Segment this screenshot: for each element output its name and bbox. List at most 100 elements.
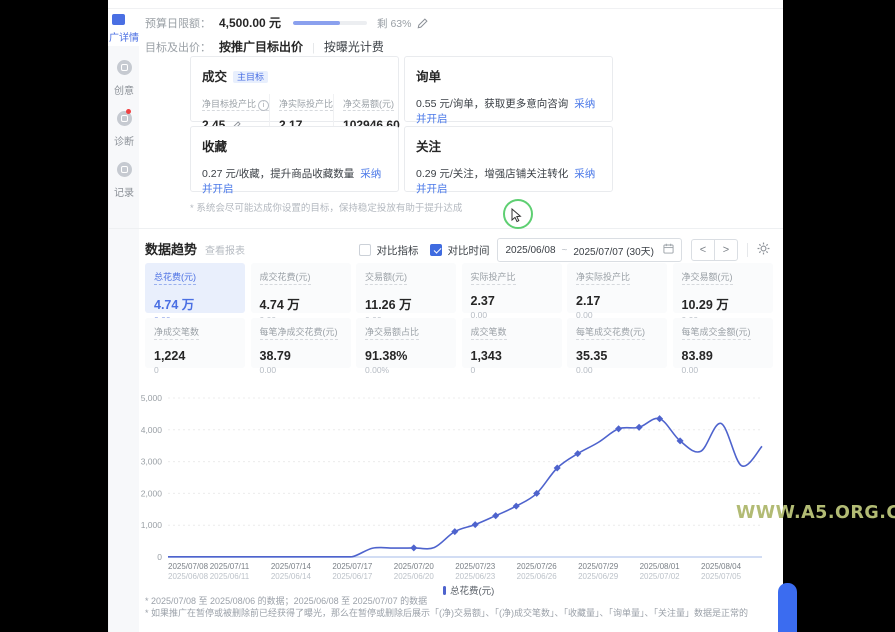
sidebar-item-0[interactable]: 创意 bbox=[109, 60, 139, 97]
stat-tile-1-4[interactable]: 每笔成交花费(元)35.350.00 bbox=[567, 318, 667, 368]
sidebar-item-icon bbox=[117, 162, 132, 177]
stat-tile-0-5[interactable]: 净交易额(元)10.29 万0.00 bbox=[673, 263, 773, 313]
settings-gear-icon[interactable] bbox=[757, 242, 770, 258]
stat-value: 1,224 bbox=[154, 349, 236, 363]
budget-row: 预算日限额：4,500.00 元剩 63% bbox=[145, 14, 428, 32]
compare-time-label: 对比时间 bbox=[447, 243, 489, 258]
sidebar: 广详情 创意诊断记录 bbox=[108, 0, 138, 632]
sidebar-item-icon bbox=[117, 60, 132, 75]
edit-budget-icon[interactable] bbox=[417, 18, 428, 32]
data-point-marker[interactable] bbox=[410, 544, 417, 551]
data-point-marker[interactable] bbox=[656, 415, 663, 422]
tab-bid-by-goal[interactable]: 按推广目标出价 bbox=[219, 40, 303, 54]
data-point-marker[interactable] bbox=[574, 450, 581, 457]
sidebar-item-1[interactable]: 诊断 bbox=[109, 111, 139, 148]
stat-value: 2.17 bbox=[576, 294, 658, 308]
stat-tile-1-1[interactable]: 每笔净成交花费(元)38.790.00 bbox=[251, 318, 351, 368]
x-axis-tick-current: 2025/07/29 bbox=[578, 562, 619, 571]
stat-tile-0-1[interactable]: 成交花费(元)4.74 万0.00 bbox=[251, 263, 351, 313]
date-end: 2025/07/07 (30天) bbox=[573, 243, 654, 258]
goal-metric-label: 净目标投产比i bbox=[202, 99, 269, 111]
stat-tile-0-2[interactable]: 交易额(元)11.26 万0.00 bbox=[356, 263, 456, 313]
adopt-enable-link[interactable]: 采纳并开启 bbox=[416, 98, 595, 125]
chart-legend[interactable]: 总花费(元) bbox=[443, 583, 494, 597]
x-axis-tick-current: 2025/07/26 bbox=[517, 562, 558, 571]
x-axis-tick-current: 2025/07/14 bbox=[271, 562, 312, 571]
goal-note: * 系统会尽可能达成你设置的目标，保持稳定投放有助于提升达成 bbox=[190, 200, 462, 214]
x-axis-tick-current: 2025/07/11 bbox=[210, 562, 250, 571]
stat-compare-value: 0.00% bbox=[365, 365, 447, 375]
sidebar-item-label: 记录 bbox=[109, 184, 139, 199]
budget-value: 4,500.00 元 bbox=[219, 16, 281, 30]
goal-card-1[interactable]: 询单0.55 元/询单，获取更多意向咨询采纳并开启 bbox=[404, 56, 613, 122]
sidebar-panel: 创意诊断记录 bbox=[108, 46, 139, 632]
goal-card-title-row: 关注 bbox=[416, 136, 601, 156]
x-axis-tick-compare: 2025/06/17 bbox=[332, 572, 373, 581]
stat-tile-0-4[interactable]: 净实际投产比2.170.00 bbox=[567, 263, 667, 313]
page: 广详情 创意诊断记录 预算日限额：4,500.00 元剩 63% 目标及出价：按… bbox=[0, 0, 895, 632]
primary-goal-badge: 主目标 bbox=[233, 71, 268, 83]
stat-compare-value: 0 bbox=[471, 365, 553, 375]
legend-color-chip bbox=[443, 586, 446, 595]
data-point-marker[interactable] bbox=[492, 512, 499, 519]
stat-tile-0-0[interactable]: 总花费(元)4.74 万0.00 bbox=[145, 263, 245, 313]
budget-progress-fill bbox=[293, 21, 340, 25]
stat-tile-0-3[interactable]: 实际投产比2.370.00 bbox=[462, 263, 562, 313]
sidebar-item-label: 创意 bbox=[109, 82, 139, 97]
data-point-marker[interactable] bbox=[636, 424, 643, 431]
stat-label: 每笔净成交花费(元) bbox=[260, 325, 338, 340]
data-point-marker[interactable] bbox=[472, 521, 479, 528]
section-divider bbox=[108, 228, 783, 229]
goal-card-title-row: 成交主目标 bbox=[202, 66, 387, 86]
main-content: 预算日限额：4,500.00 元剩 63% 目标及出价：按推广目标出价|按曝光计… bbox=[138, 0, 783, 632]
calendar-icon bbox=[663, 243, 674, 257]
stat-value: 83.89 bbox=[682, 349, 764, 363]
x-axis-tick-current: 2025/08/01 bbox=[640, 562, 681, 571]
compare-metric-checkbox[interactable] bbox=[359, 244, 371, 256]
bidding-label: 目标及出价： bbox=[145, 42, 211, 54]
sidebar-item-2[interactable]: 记录 bbox=[109, 162, 139, 199]
goal-card-0[interactable]: 成交主目标净目标投产比i2.45净实际投产比2.17净交易额(元)102946.… bbox=[190, 56, 399, 122]
stat-tile-1-2[interactable]: 净交易额占比91.38%0.00% bbox=[356, 318, 456, 368]
sidebar-item-icon bbox=[117, 111, 132, 126]
tab-bid-by-exposure[interactable]: 按曝光计费 bbox=[324, 40, 384, 54]
info-icon: i bbox=[258, 100, 269, 111]
stat-tile-1-5[interactable]: 每笔成交金额(元)83.890.00 bbox=[673, 318, 773, 368]
x-axis-tick-compare: 2025/07/05 bbox=[701, 572, 742, 581]
stat-label: 实际投产比 bbox=[471, 270, 516, 285]
x-axis-tick-compare: 2025/06/14 bbox=[271, 572, 312, 581]
trend-controls: 对比指标 对比时间 2025/06/08 ~ 2025/07/07 (30天) … bbox=[359, 238, 770, 262]
adopt-enable-link[interactable]: 采纳并开启 bbox=[416, 168, 595, 195]
right-black-mask bbox=[783, 0, 895, 632]
adopt-enable-link[interactable]: 采纳并开启 bbox=[202, 168, 381, 195]
view-report-link[interactable]: 查看报表 bbox=[205, 246, 245, 257]
stat-value: 2.37 bbox=[471, 294, 553, 308]
prev-period-button[interactable]: < bbox=[692, 240, 715, 260]
stat-label: 交易额(元) bbox=[365, 270, 407, 285]
sidebar-item-label: 广详情 bbox=[109, 29, 139, 44]
x-axis-tick-compare: 2025/06/23 bbox=[455, 572, 496, 581]
goal-card-2[interactable]: 收藏0.27 元/收藏，提升商品收藏数量采纳并开启 bbox=[190, 126, 399, 192]
next-period-button[interactable]: > bbox=[715, 240, 737, 260]
stat-tile-1-0[interactable]: 净成交笔数1,2240 bbox=[145, 318, 245, 368]
compare-time-checkbox[interactable] bbox=[430, 244, 442, 256]
x-axis-tick-compare: 2025/06/29 bbox=[578, 572, 619, 581]
goal-metric-label: 净交易额(元) bbox=[343, 99, 394, 111]
stat-label: 净交易额占比 bbox=[365, 325, 419, 340]
goal-card-title: 成交 bbox=[202, 70, 227, 84]
floating-side-button[interactable] bbox=[778, 583, 797, 632]
budget-remaining: 剩 63% bbox=[377, 18, 411, 30]
date-range-input[interactable]: 2025/06/08 ~ 2025/07/07 (30天) bbox=[497, 238, 682, 262]
data-point-marker[interactable] bbox=[615, 425, 622, 432]
legend-label: 总花费(元) bbox=[450, 583, 494, 597]
stat-value: 11.26 万 bbox=[365, 294, 447, 313]
trend-chart: 01,0002,0003,0004,0005,0002025/07/082025… bbox=[138, 388, 783, 593]
date-nav: < > bbox=[691, 239, 738, 261]
sidebar-item-promo-detail[interactable]: 广详情 bbox=[109, 14, 139, 44]
data-point-marker[interactable] bbox=[513, 503, 520, 510]
goal-card-3[interactable]: 关注0.29 元/关注，增强店铺关注转化采纳并开启 bbox=[404, 126, 613, 192]
stat-label: 每笔成交金额(元) bbox=[682, 325, 751, 340]
stat-tile-1-3[interactable]: 成交笔数1,3430 bbox=[462, 318, 562, 368]
x-axis-tick-compare: 2025/07/02 bbox=[640, 572, 681, 581]
stat-label: 净成交笔数 bbox=[154, 325, 199, 340]
